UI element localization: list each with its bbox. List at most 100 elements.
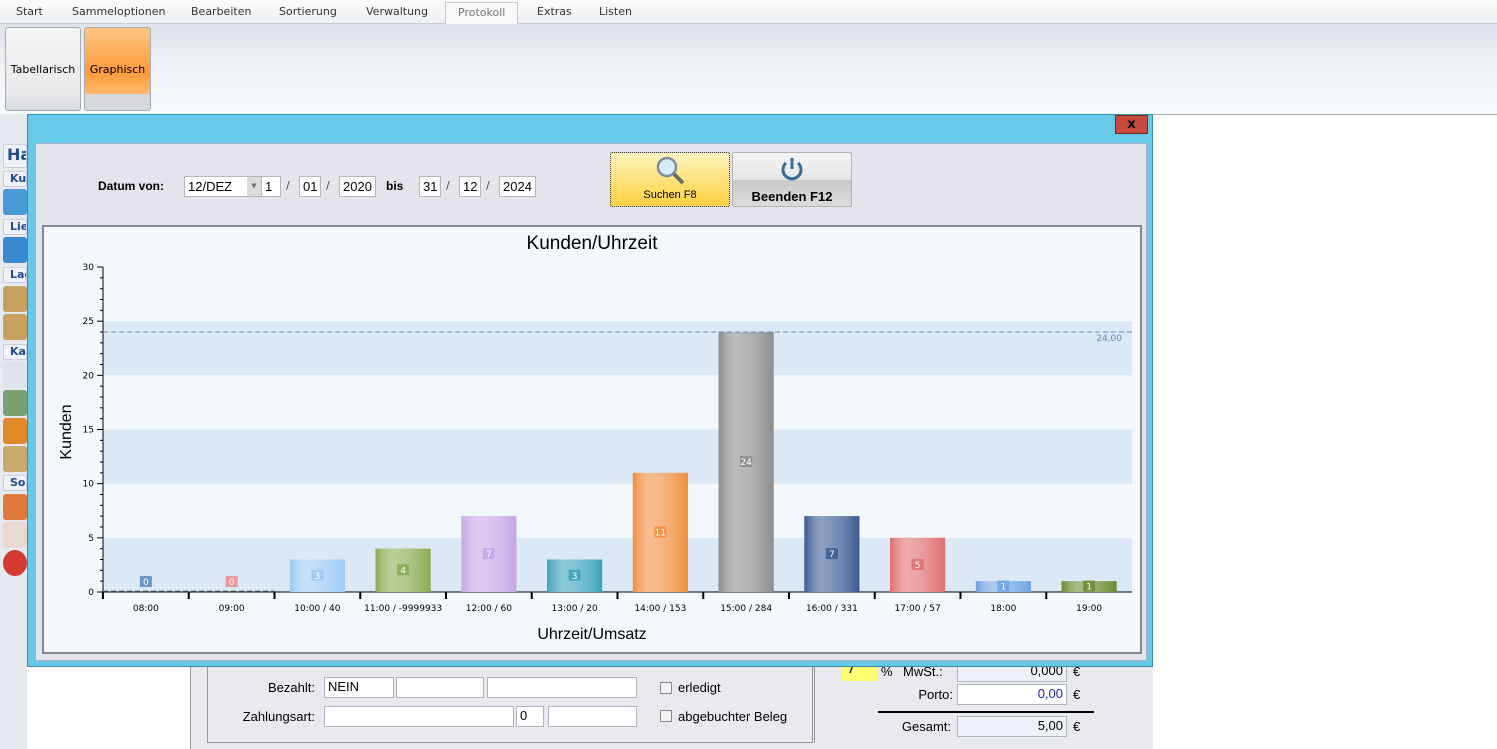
power-icon bbox=[781, 158, 803, 181]
to-day-field[interactable]: 31 bbox=[419, 176, 441, 197]
ribbon: Tabellarisch Graphisch bbox=[0, 24, 1497, 114]
menu-verwaltung[interactable]: Verwaltung bbox=[366, 5, 428, 18]
box-icon[interactable] bbox=[3, 286, 27, 312]
data-label: 4 bbox=[400, 566, 406, 576]
user-icon[interactable] bbox=[3, 522, 27, 548]
bezahlt-field-2[interactable] bbox=[396, 677, 484, 698]
grid-band bbox=[103, 429, 1132, 484]
search-button[interactable]: Suchen F8 bbox=[610, 152, 730, 207]
sidebar-section-sonstiges[interactable]: Sor bbox=[3, 475, 27, 491]
house-icon[interactable] bbox=[3, 494, 27, 520]
x-tick-label: 14:00 / 153 bbox=[634, 604, 686, 614]
data-label: 7 bbox=[829, 550, 835, 560]
sidebar-section-lager[interactable]: Lag bbox=[3, 267, 27, 283]
data-label: 1 bbox=[1086, 583, 1092, 593]
menu-protokoll[interactable]: Protokoll bbox=[445, 2, 519, 25]
data-label: 1 bbox=[1001, 583, 1007, 593]
datum-label: Datum von: bbox=[98, 179, 164, 193]
menu-bar: Start Sammeloptionen Bearbeiten Sortieru… bbox=[0, 0, 1497, 25]
sidebar-section-lieferanten[interactable]: Lie bbox=[3, 219, 27, 235]
data-label: 0 bbox=[229, 578, 235, 588]
data-label: 3 bbox=[315, 572, 321, 582]
exit-button[interactable]: Beenden F12 bbox=[732, 152, 852, 207]
search-icon bbox=[656, 156, 685, 185]
y-tick-label: 15 bbox=[83, 426, 94, 436]
menu-bearbeiten[interactable]: Bearbeiten bbox=[191, 5, 251, 18]
tabellarisch-button[interactable]: Tabellarisch bbox=[5, 27, 81, 111]
search-label: Suchen F8 bbox=[643, 189, 697, 201]
menu-sammeloptionen[interactable]: Sammeloptionen bbox=[72, 5, 166, 18]
data-label: 0 bbox=[143, 578, 149, 588]
y-tick-label: 25 bbox=[83, 317, 94, 327]
background-area bbox=[1153, 114, 1497, 749]
sidebar-section-kunden[interactable]: Ku bbox=[3, 171, 27, 187]
bezahlt-field[interactable]: NEIN bbox=[324, 677, 394, 698]
x-tick-label: 08:00 bbox=[133, 604, 159, 614]
clipboard-icon[interactable] bbox=[3, 446, 27, 472]
separator: / bbox=[286, 179, 290, 192]
separator: / bbox=[486, 179, 490, 192]
calculator-icon[interactable] bbox=[3, 390, 27, 416]
x-tick-label: 11:00 / -9999933 bbox=[364, 604, 442, 614]
from-month-field[interactable]: 01 bbox=[299, 176, 321, 197]
x-tick-label: 10:00 / 40 bbox=[294, 604, 340, 614]
sidebar-header: Ha bbox=[3, 144, 27, 168]
menu-start[interactable]: Start bbox=[16, 5, 43, 18]
menu-sortierung[interactable]: Sortierung bbox=[279, 5, 337, 18]
power-icon[interactable] bbox=[3, 550, 27, 576]
abgebucht-checkbox[interactable] bbox=[660, 710, 672, 722]
bis-label: bis bbox=[386, 179, 404, 193]
zahlungsart-number[interactable]: 0 bbox=[516, 706, 544, 727]
y-tick-label: 0 bbox=[88, 588, 94, 598]
sidebar-section-kasse[interactable]: Kas bbox=[3, 344, 27, 360]
bar-chart: Kunden/UhrzeitUhrzeit/UmsatzKunden051015… bbox=[58, 233, 1132, 643]
x-tick-label: 19:00 bbox=[1076, 604, 1102, 614]
y-tick-label: 10 bbox=[83, 480, 95, 490]
customers-icon[interactable] bbox=[3, 189, 27, 215]
porto-field[interactable]: 0,00 bbox=[957, 684, 1067, 705]
chart-title: Kunden/Uhrzeit bbox=[527, 233, 659, 254]
x-tick-label: 13:00 / 20 bbox=[552, 604, 598, 614]
from-day-field[interactable]: 1 bbox=[261, 176, 281, 197]
separator: / bbox=[446, 179, 450, 192]
dialog-content: Datum von: 12/DEZ ▼ 1 / 01 / 2020 bis 31… bbox=[35, 143, 1147, 661]
menu-extras[interactable]: Extras bbox=[537, 5, 572, 18]
graphisch-button[interactable]: Graphisch bbox=[84, 27, 151, 111]
bezahlt-field-3[interactable] bbox=[487, 677, 637, 698]
x-tick-label: 17:00 / 57 bbox=[895, 604, 941, 614]
from-year-field[interactable]: 2020 bbox=[339, 176, 376, 197]
to-year-field[interactable]: 2024 bbox=[499, 176, 536, 197]
sidebar: Ha Ku Lie Lag Kas Sor bbox=[0, 114, 27, 749]
sum-line bbox=[878, 711, 1094, 713]
divider bbox=[814, 667, 815, 743]
chart-area: Kunden/Uhrzeit Uhrzeit/Umsatz Kunden 0 5 10 15… bbox=[42, 225, 1142, 654]
grid-band bbox=[103, 321, 1132, 376]
x-axis-label: Uhrzeit/Umsatz bbox=[537, 626, 646, 643]
chevron-down-icon[interactable]: ▼ bbox=[247, 177, 261, 196]
menu-listen[interactable]: Listen bbox=[599, 5, 632, 18]
x-tick-label: 09:00 bbox=[219, 604, 245, 614]
data-label: 3 bbox=[572, 572, 578, 582]
erledigt-checkbox[interactable] bbox=[660, 682, 672, 694]
close-button[interactable]: x bbox=[1115, 115, 1148, 134]
y-axis-label: Kunden bbox=[58, 404, 75, 459]
abgebucht-label: abgebuchter Beleg bbox=[678, 709, 788, 724]
reference-line-label: 24,00 bbox=[1096, 334, 1122, 344]
data-label: 7 bbox=[486, 550, 492, 560]
to-month-field[interactable]: 12 bbox=[459, 176, 481, 197]
y-tick-label: 20 bbox=[83, 371, 95, 381]
bezahlt-label: Bezahlt: bbox=[268, 680, 315, 695]
x-tick-label: 15:00 / 284 bbox=[720, 604, 772, 614]
y-tick-label: 5 bbox=[88, 534, 94, 544]
zahlungsart-field-3[interactable] bbox=[548, 706, 637, 727]
truck-icon[interactable] bbox=[3, 237, 27, 263]
zahlungsart-field[interactable] bbox=[324, 706, 514, 727]
box-icon[interactable] bbox=[3, 314, 27, 340]
data-label: 11 bbox=[655, 528, 666, 538]
data-label: 24 bbox=[740, 458, 752, 468]
document-icon[interactable] bbox=[3, 362, 27, 388]
x-tick-label: 18:00 bbox=[990, 604, 1016, 614]
grid-band bbox=[103, 483, 1132, 538]
chart-icon[interactable] bbox=[3, 418, 27, 444]
y-tick-label: 30 bbox=[83, 263, 95, 273]
